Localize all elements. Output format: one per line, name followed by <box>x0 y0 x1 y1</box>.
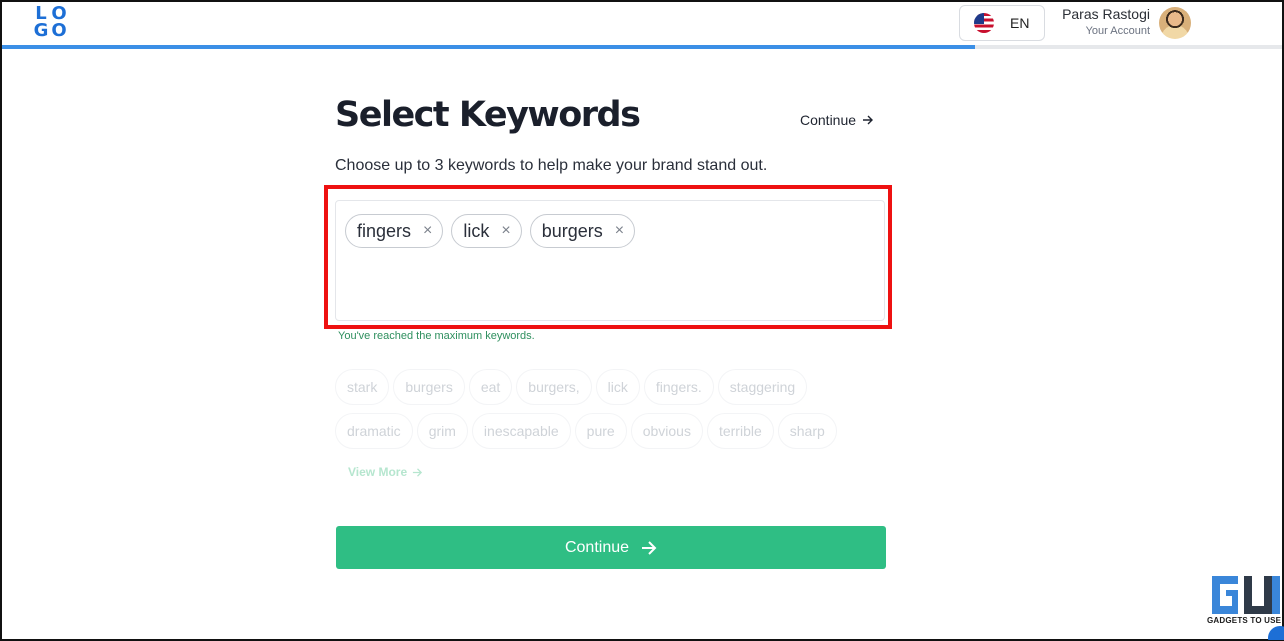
arrow-right-icon <box>642 540 657 555</box>
keyword-chip: fingers × <box>345 214 444 248</box>
watermark-text: GADGETS TO USE <box>1207 616 1282 625</box>
keyword-chip-label: burgers <box>541 220 603 241</box>
avatar[interactable] <box>1159 7 1191 39</box>
close-icon[interactable]: × <box>615 222 624 240</box>
suggestion-chip[interactable]: eat <box>468 369 513 405</box>
page-subtitle: Choose up to 3 keywords to help make you… <box>335 157 768 174</box>
close-icon[interactable]: × <box>423 222 432 240</box>
suggestion-row: stark burgers eat burgers, lick fingers.… <box>335 369 895 405</box>
account-sub-label: Your Account <box>1085 25 1150 37</box>
suggestion-chip[interactable]: burgers, <box>516 369 592 405</box>
progress-bar <box>2 45 1282 49</box>
max-keywords-message: You've reached the maximum keywords. <box>338 330 535 342</box>
close-icon[interactable]: × <box>501 222 510 240</box>
logo-letter: O <box>51 20 67 41</box>
account-menu[interactable]: Paras Rastogi Your Account <box>1052 6 1150 39</box>
keyword-suggestions: stark burgers eat burgers, lick fingers.… <box>335 369 895 457</box>
suggestion-row: dramatic grim inescapable pure obvious t… <box>335 413 895 449</box>
continue-button-label: Continue <box>564 538 630 556</box>
arrow-right-icon <box>863 115 874 125</box>
suggestion-chip[interactable]: terrible <box>706 413 774 449</box>
suggestion-chip[interactable]: fingers. <box>643 369 714 405</box>
keyword-chip: burgers × <box>529 214 636 248</box>
keyword-chip-label: lick <box>463 220 490 241</box>
suggestion-chip[interactable]: staggering <box>717 369 808 405</box>
suggestion-chip[interactable]: lick <box>595 369 640 405</box>
logo-letter: G <box>33 20 49 41</box>
top-continue-label: Continue <box>800 112 857 128</box>
view-more-label: View More <box>348 465 408 479</box>
keyword-chip: lick × <box>451 214 522 248</box>
suggestion-chip[interactable]: obvious <box>630 413 703 449</box>
suggestion-chip[interactable]: burgers <box>393 369 465 405</box>
view-more-link[interactable]: View More <box>348 465 423 479</box>
language-code: EN <box>1010 15 1030 31</box>
keyword-chip-label: fingers <box>357 220 412 241</box>
selected-keyword-list: fingers × lick × burgers × <box>345 214 636 248</box>
suggestion-chip[interactable]: sharp <box>777 413 837 449</box>
suggestion-chip[interactable]: pure <box>574 413 627 449</box>
us-flag-icon <box>974 13 994 33</box>
top-header: L O G O EN Paras Rastogi Your Account <box>2 2 1282 49</box>
suggestion-chip[interactable]: stark <box>335 369 390 405</box>
keyword-input-box[interactable]: fingers × lick × burgers × <box>335 200 885 321</box>
account-name: Paras Rastogi <box>1062 6 1150 22</box>
top-continue-link[interactable]: Continue <box>800 112 874 128</box>
progress-bar-fill <box>2 45 975 49</box>
language-selector[interactable]: EN <box>959 5 1045 41</box>
logo[interactable]: L O G O <box>32 5 68 41</box>
arrow-right-icon <box>413 467 423 477</box>
page-title: Select Keywords <box>335 95 641 135</box>
continue-button[interactable]: Continue <box>336 526 886 569</box>
suggestion-chip[interactable]: inescapable <box>471 413 571 449</box>
suggestion-chip[interactable]: grim <box>416 413 468 449</box>
suggestion-chip[interactable]: dramatic <box>335 413 413 449</box>
gadgets-to-use-watermark-logo <box>1210 574 1284 640</box>
